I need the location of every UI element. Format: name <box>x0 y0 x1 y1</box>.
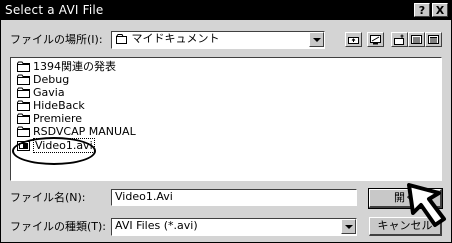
file-list-item[interactable]: 1394関連の発表 <box>17 60 116 73</box>
desktop-icon <box>370 35 381 45</box>
desktop-button[interactable] <box>367 32 384 47</box>
file-name: RSDVCAP MANUAL <box>33 125 136 138</box>
file-name: Premiere <box>33 112 83 125</box>
location-value: マイドキュメント <box>131 32 220 45</box>
filetype-combo[interactable]: AVI Files (*.avi) <box>111 218 357 236</box>
location-combo[interactable]: マイドキュメント <box>111 31 325 49</box>
title-bar[interactable]: Select a AVI File ? X <box>1 1 451 20</box>
selection-highlight-circle <box>12 137 96 165</box>
file-list-item[interactable]: HideBack <box>17 99 85 112</box>
file-name: Debug <box>33 73 70 86</box>
file-list-item[interactable]: Gavia <box>17 86 65 99</box>
up-one-level-icon <box>348 37 359 44</box>
location-dropdown-button[interactable] <box>309 32 324 47</box>
file-name: Gavia <box>33 86 65 99</box>
location-label: ファイルの場所(I): <box>10 33 103 46</box>
window-title: Select a AVI File <box>5 3 104 17</box>
filename-value: Video1.Avi <box>115 190 173 203</box>
new-folder-icon <box>394 34 404 45</box>
filename-input[interactable]: Video1.Avi <box>111 189 357 206</box>
list-view-button[interactable] <box>408 32 425 47</box>
file-list-item[interactable]: RSDVCAP MANUAL <box>17 125 136 138</box>
help-button[interactable]: ? <box>414 3 430 17</box>
file-list-item[interactable]: Premiere <box>17 112 82 125</box>
file-name: 1394関連の発表 <box>33 60 116 73</box>
mouse-pointer-icon <box>407 183 446 227</box>
filetype-dropdown-button[interactable] <box>341 219 356 234</box>
file-name: HideBack <box>33 99 85 112</box>
filetype-value: AVI Files (*.avi) <box>115 219 198 232</box>
up-one-level-button[interactable] <box>345 32 362 47</box>
list-view-icon <box>411 35 422 44</box>
details-view-icon <box>428 35 439 44</box>
select-avi-file-dialog: Select a AVI File ? X ファイルの場所(I): マイドキュメ… <box>0 0 452 243</box>
close-button[interactable]: X <box>432 3 448 17</box>
file-list-item[interactable]: Debug <box>17 73 69 86</box>
new-folder-button[interactable] <box>391 32 408 47</box>
details-view-button[interactable] <box>425 32 442 47</box>
filetype-label: ファイルの種類(T): <box>10 220 107 233</box>
my-documents-icon <box>116 34 127 44</box>
filename-label: ファイル名(N): <box>10 191 86 204</box>
